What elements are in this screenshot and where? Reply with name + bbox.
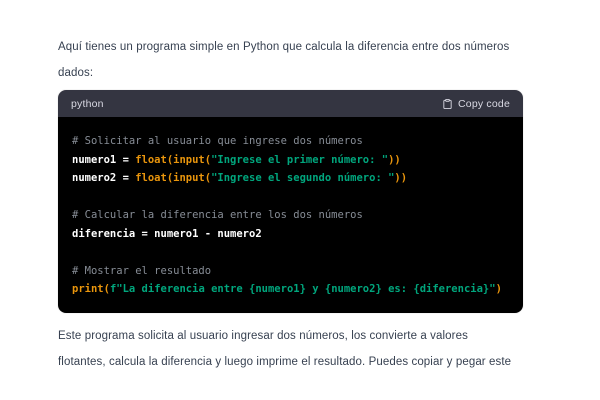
clipboard-icon bbox=[442, 98, 453, 110]
copy-code-label: Copy code bbox=[458, 97, 510, 110]
outro-line-1: Este programa solicita al usuario ingres… bbox=[58, 329, 468, 342]
code-line: # Calcular la diferencia entre los dos n… bbox=[72, 209, 363, 221]
code-line: numero1 = float(input("Ingrese el primer… bbox=[72, 153, 401, 166]
copy-code-button[interactable]: Copy code bbox=[442, 98, 510, 110]
outro-paragraph: Este programa solicita al usuario ingres… bbox=[58, 323, 600, 375]
intro-paragraph: Aquí tienes un programa simple en Python… bbox=[58, 34, 600, 86]
code-line: # Mostrar el resultado bbox=[72, 264, 212, 277]
intro-line-1: Aquí tienes un programa simple en Python… bbox=[58, 41, 510, 53]
outro-line-2: flotantes, calcula la diferencia y luego… bbox=[58, 355, 512, 368]
code-language-label: python bbox=[71, 97, 104, 110]
code-line: numero2 = float(input("Ingrese el segund… bbox=[72, 172, 408, 184]
code-line: print(f"La diferencia entre {numero1} y … bbox=[72, 283, 502, 295]
code-block-header: python Copy code bbox=[58, 90, 523, 117]
code-line: diferencia = numero1 - numero2 bbox=[72, 227, 262, 240]
code-block: python Copy code # Solicitar al usuario … bbox=[58, 90, 523, 313]
intro-line-2: dados: bbox=[58, 67, 94, 79]
code-content: # Solicitar al usuario que ingrese dos n… bbox=[58, 117, 523, 313]
code-line: # Solicitar al usuario que ingrese dos n… bbox=[72, 135, 363, 147]
assistant-message: Aquí tienes un programa simple en Python… bbox=[0, 0, 600, 375]
